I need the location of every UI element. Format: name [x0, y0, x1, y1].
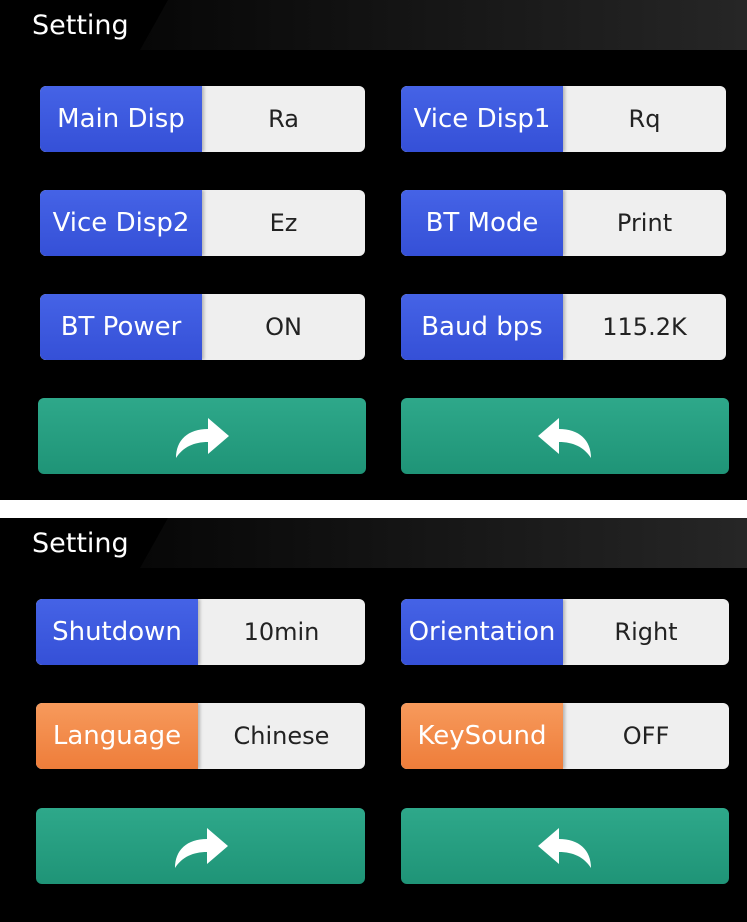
- setting-bt-power[interactable]: BT Power ON: [40, 294, 365, 360]
- setting-main-disp[interactable]: Main Disp Ra: [40, 86, 365, 152]
- setting-label: Shutdown: [36, 599, 198, 665]
- setting-label: Main Disp: [40, 86, 202, 152]
- page-title: Setting: [32, 528, 129, 559]
- header-bar: Setting: [0, 0, 747, 50]
- next-page-button[interactable]: [38, 398, 366, 474]
- setting-orientation[interactable]: Orientation Right: [401, 599, 729, 665]
- setting-value: 10min: [243, 618, 320, 646]
- setting-label: BT Mode: [401, 190, 563, 256]
- setting-value: Ra: [268, 105, 299, 133]
- forward-arrow-icon: [176, 418, 229, 458]
- setting-vice-disp1[interactable]: Vice Disp1 Rq: [401, 86, 726, 152]
- back-arrow-icon: [538, 828, 591, 868]
- setting-bt-mode[interactable]: BT Mode Print: [401, 190, 726, 256]
- setting-label: Orientation: [401, 599, 563, 665]
- setting-value: Ez: [269, 209, 298, 237]
- back-arrow-icon: [538, 418, 591, 458]
- setting-label: Baud bps: [401, 294, 563, 360]
- setting-value: Right: [614, 618, 678, 646]
- setting-value: Rq: [628, 105, 661, 133]
- settings-screen-1: Setting Main Disp Ra Vice Disp1 Rq Vice …: [0, 0, 747, 500]
- next-page-button[interactable]: [36, 808, 365, 884]
- setting-value: Print: [616, 209, 673, 237]
- setting-value: 115.2K: [602, 313, 687, 341]
- setting-label: Vice Disp1: [401, 86, 563, 152]
- forward-arrow-icon: [174, 828, 228, 868]
- setting-baud-bps[interactable]: Baud bps 115.2K: [401, 294, 726, 360]
- setting-vice-disp2[interactable]: Vice Disp2 Ez: [40, 190, 365, 256]
- back-button[interactable]: [401, 398, 729, 474]
- setting-language[interactable]: Language Chinese: [36, 703, 365, 769]
- page-title: Setting: [32, 10, 129, 41]
- setting-keysound[interactable]: KeySound OFF: [401, 703, 729, 769]
- setting-label: Language: [36, 703, 198, 769]
- setting-shutdown[interactable]: Shutdown 10min: [36, 599, 365, 665]
- setting-value: Chinese: [233, 722, 330, 750]
- setting-label: BT Power: [40, 294, 202, 360]
- header-bar: Setting: [0, 518, 747, 568]
- setting-value: OFF: [622, 722, 670, 750]
- settings-screen-2: Setting Shutdown 10min Orientation Right…: [0, 518, 747, 922]
- back-button[interactable]: [401, 808, 729, 884]
- setting-value: ON: [265, 313, 302, 341]
- setting-label: Vice Disp2: [40, 190, 202, 256]
- setting-label: KeySound: [401, 703, 563, 769]
